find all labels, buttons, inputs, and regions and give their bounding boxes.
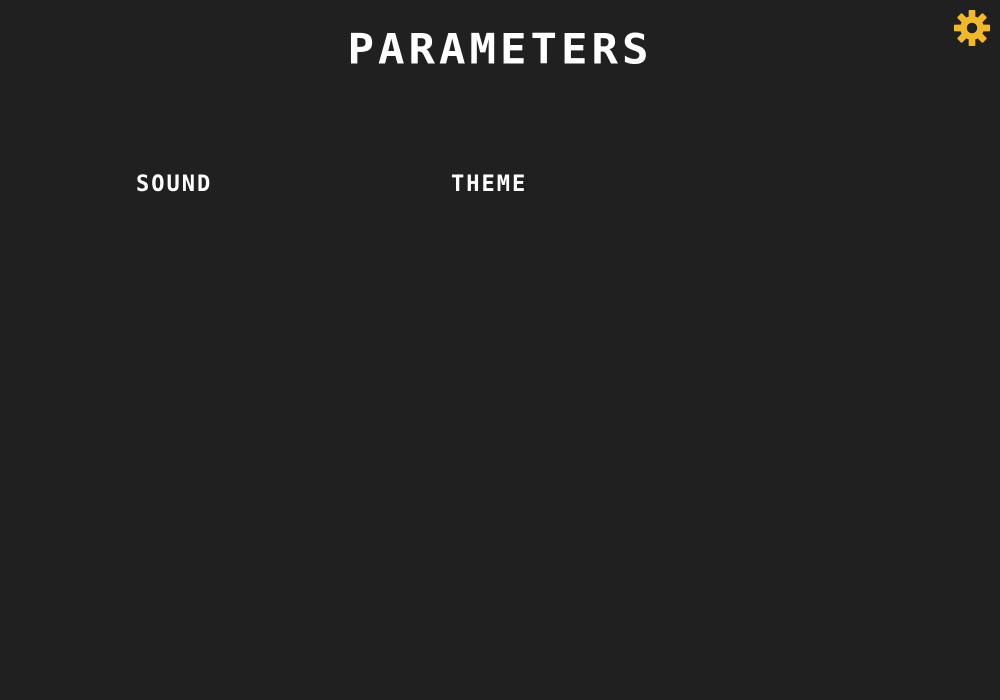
sound-section-label: Sound	[136, 172, 213, 197]
theme-section-label: Theme	[451, 172, 528, 197]
gear-icon	[953, 9, 991, 47]
page-title: Parameters	[347, 25, 653, 74]
parameters-screen: Parameters Sound Theme	[0, 0, 1000, 700]
settings-button[interactable]	[953, 9, 991, 47]
